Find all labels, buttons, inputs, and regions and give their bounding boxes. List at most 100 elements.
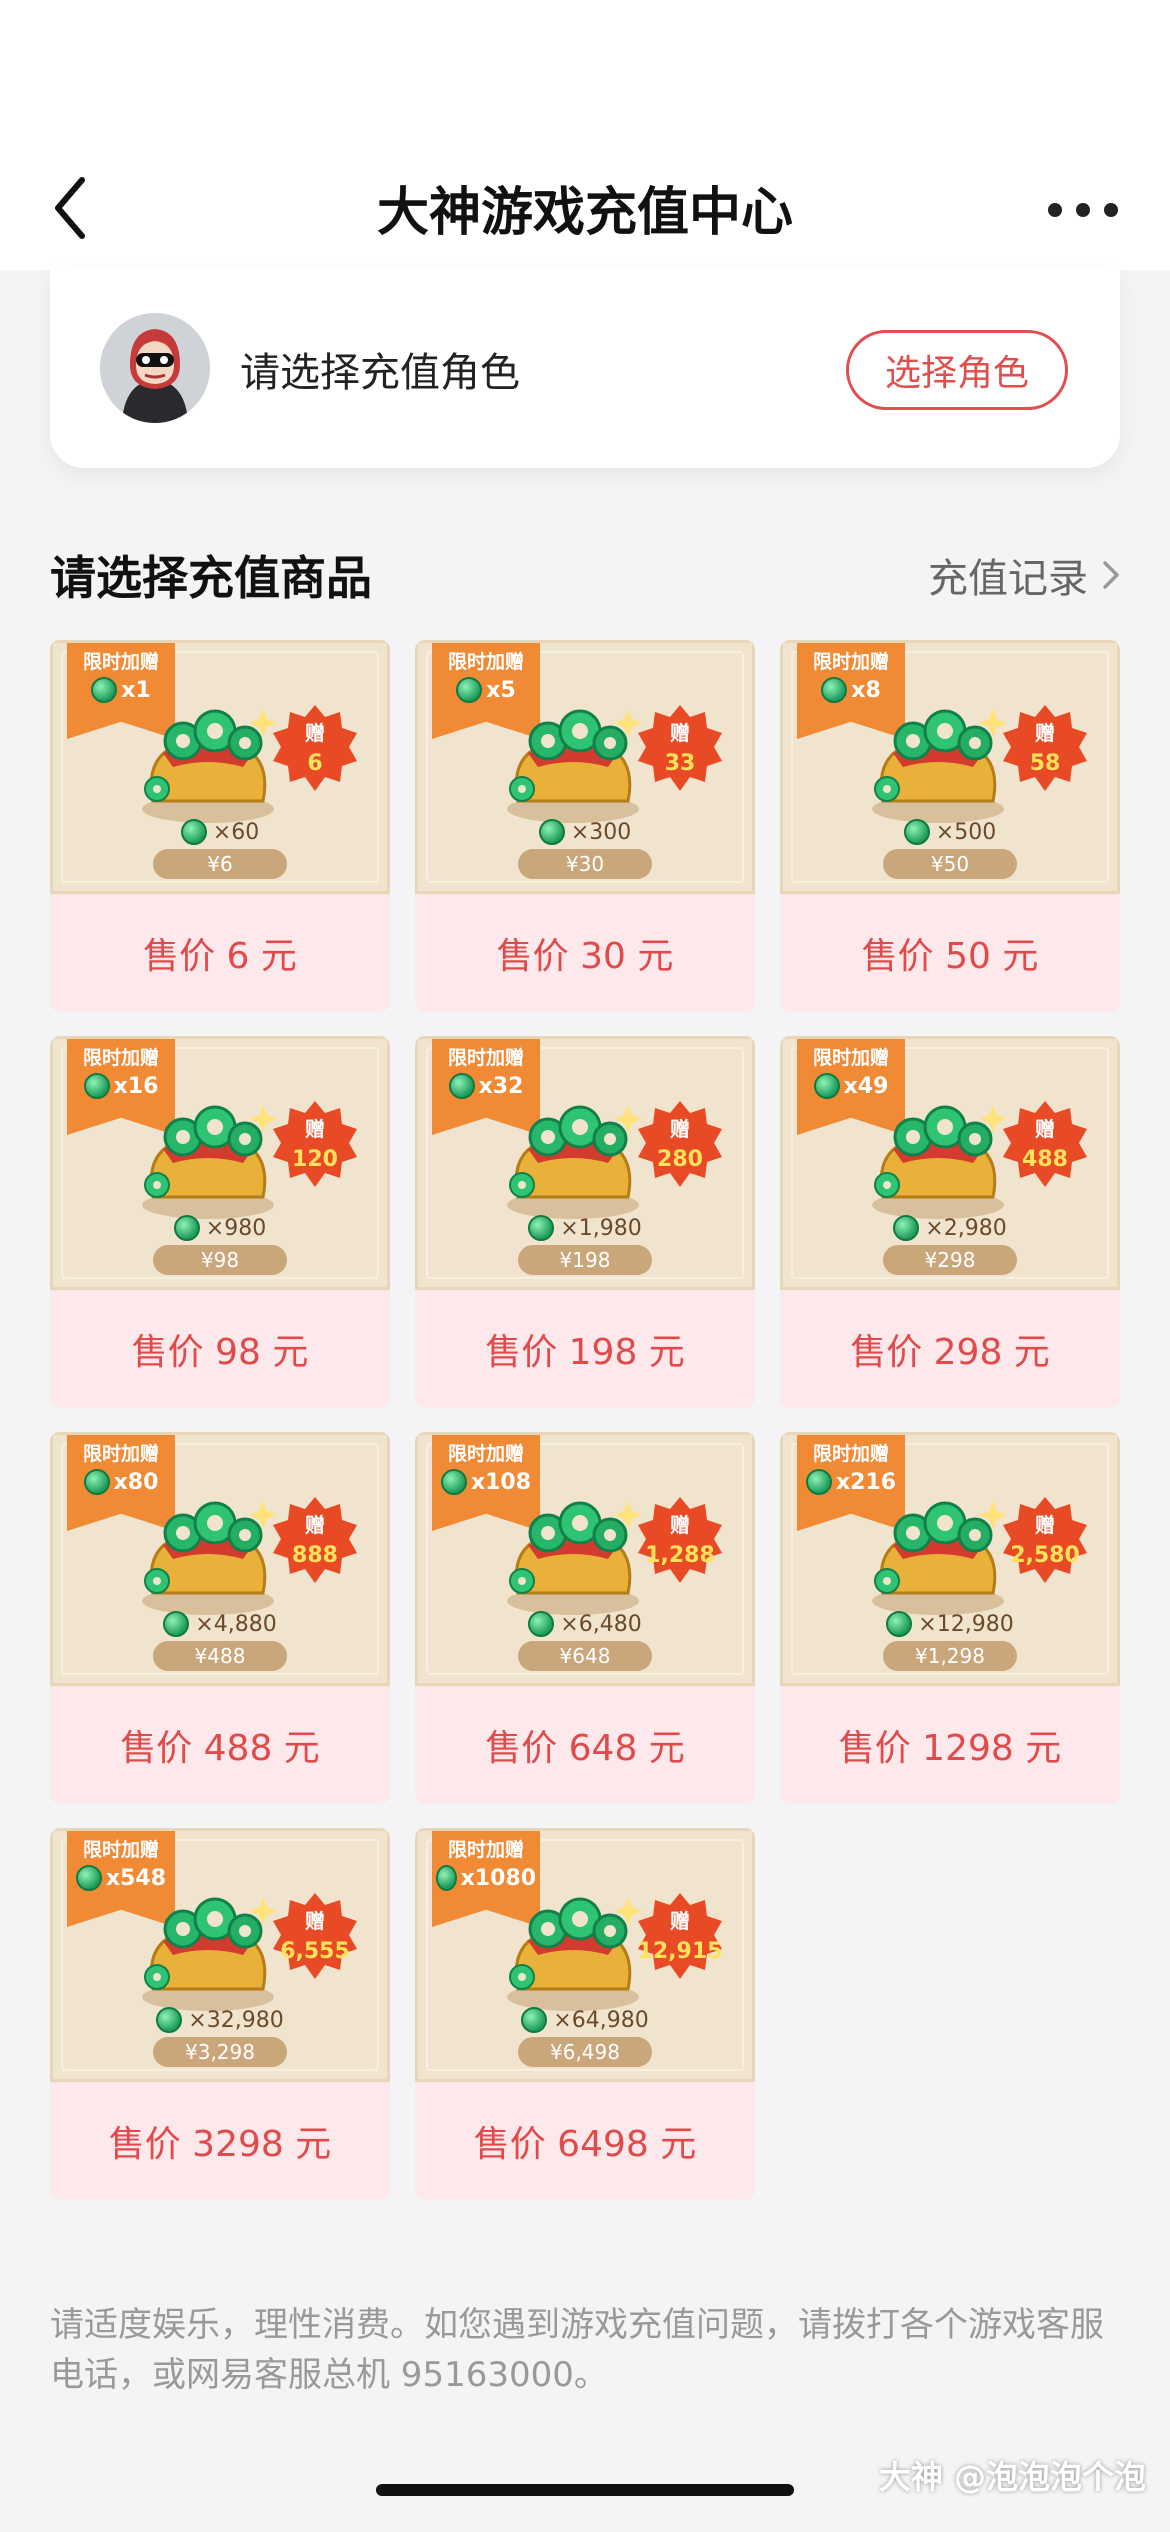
product-card[interactable]: 限时加赠 x1080 赠 12,915 ×64,980 ¥6,498 售价 64… [415, 1828, 755, 2200]
more-dot-icon [1104, 203, 1118, 217]
jade-icon [893, 1215, 920, 1241]
product-card[interactable]: 限时加赠 x32 赠 280 ×1,980 ¥198 售价 198 元 [415, 1036, 755, 1408]
price-pill: ¥6,498 [518, 2037, 652, 2067]
jade-icon [903, 819, 930, 845]
select-role-button[interactable]: 选择角色 [846, 330, 1068, 410]
jade-treasure-icon [872, 1501, 1007, 1615]
bonus-amount: 120 [292, 1147, 338, 1172]
sale-price: 售价 198 元 [485, 1332, 685, 1373]
avatar-character-icon [100, 313, 210, 423]
product-grid: 限时加赠 x1 赠 6 ×60 ¥6 售价 6 元 限时加赠 x5 赠 33 ×… [50, 640, 1120, 2200]
role-selector-card: 请选择充值角色 选择角色 [50, 268, 1120, 468]
jade-treasure-icon [507, 1501, 642, 1615]
more-menu-button[interactable] [1048, 190, 1118, 230]
tag-label: 限时加赠 [82, 1047, 159, 1069]
tag-label: 限时加赠 [812, 1443, 889, 1465]
product-image: 限时加赠 x1080 赠 12,915 ×64,980 ¥6,498 [415, 1828, 755, 2082]
jade-icon [805, 1469, 832, 1495]
sale-price: 售价 1298 元 [838, 1728, 1062, 1769]
jade-treasure-icon [507, 709, 642, 823]
sale-price: 售价 6 元 [143, 936, 297, 977]
role-prompt: 请选择充值角色 [240, 350, 520, 396]
currency-amount: ×980 [53, 1215, 387, 1241]
bonus-amount: 2,580 [1010, 1543, 1080, 1568]
jade-icon [528, 1611, 555, 1637]
price-pill: ¥3,298 [153, 2037, 287, 2067]
product-image: 限时加赠 x1 赠 6 ×60 ¥6 [50, 640, 390, 894]
jade-treasure-icon [507, 1897, 642, 2011]
bonus-label: 赠 [1035, 721, 1055, 745]
bonus-badge: 赠 280 [634, 1099, 726, 1191]
currency-amount-value: ×2,980 [925, 1215, 1007, 1241]
price-pill: ¥198 [518, 1245, 652, 1275]
currency-amount: ×6,480 [418, 1611, 752, 1637]
sale-price: 售价 3298 元 [108, 2124, 332, 2165]
jade-treasure-icon [507, 1105, 642, 1219]
sale-price: 售价 488 元 [120, 1728, 320, 1769]
jade-treasure-icon [142, 1897, 277, 2011]
tag-label: 限时加赠 [447, 1443, 524, 1465]
tag-label: 限时加赠 [447, 1047, 524, 1069]
currency-amount: ×64,980 [418, 2007, 752, 2033]
product-card[interactable]: 限时加赠 x49 赠 488 ×2,980 ¥298 售价 298 元 [780, 1036, 1120, 1408]
jade-treasure-icon [872, 709, 1007, 823]
bonus-label: 赠 [305, 721, 325, 745]
sale-price: 售价 298 元 [850, 1332, 1050, 1373]
jade-icon [163, 1611, 190, 1637]
product-card[interactable]: 限时加赠 x5 赠 33 ×300 ¥30 售价 30 元 [415, 640, 755, 1012]
currency-amount: ×12,980 [783, 1611, 1117, 1637]
jade-treasure-icon [142, 709, 277, 823]
jade-treasure-icon [142, 1105, 277, 1219]
product-card[interactable]: 限时加赠 x548 赠 6,555 ×32,980 ¥3,298 售价 3298… [50, 1828, 390, 2200]
product-image: 限时加赠 x32 赠 280 ×1,980 ¥198 [415, 1036, 755, 1290]
bonus-label: 赠 [305, 1513, 325, 1537]
currency-amount: ×32,980 [53, 2007, 387, 2033]
product-card[interactable]: 限时加赠 x216 赠 2,580 ×12,980 ¥1,298 售价 1298… [780, 1432, 1120, 1804]
product-card[interactable]: 限时加赠 x16 赠 120 ×980 ¥98 售价 98 元 [50, 1036, 390, 1408]
product-card[interactable]: 限时加赠 x1 赠 6 ×60 ¥6 售价 6 元 [50, 640, 390, 1012]
records-label: 充值记录 [928, 556, 1088, 602]
sale-price: 售价 50 元 [861, 936, 1039, 977]
price-pill: ¥30 [518, 849, 652, 879]
jade-treasure-icon [142, 1501, 277, 1615]
sale-price: 售价 6498 元 [473, 2124, 697, 2165]
currency-amount-value: ×4,880 [195, 1611, 277, 1637]
product-card[interactable]: 限时加赠 x8 赠 58 ×500 ¥50 售价 50 元 [780, 640, 1120, 1012]
product-image: 限时加赠 x8 赠 58 ×500 ¥50 [780, 640, 1120, 894]
bonus-badge: 赠 888 [269, 1495, 361, 1587]
product-card[interactable]: 限时加赠 x108 赠 1,288 ×6,480 ¥648 售价 648 元 [415, 1432, 755, 1804]
bonus-badge: 赠 6,555 [269, 1891, 361, 1983]
bonus-label: 赠 [1035, 1117, 1055, 1141]
bonus-label: 赠 [305, 1909, 325, 1933]
recharge-records-link[interactable]: 充值记录 [928, 546, 1120, 604]
recharge-page: 大神游戏充值中心 请选择充值角色 选择角色 请选择充值商品 充值记录 限时加赠 … [0, 0, 1170, 2532]
bonus-badge: 赠 6 [269, 703, 361, 795]
jade-icon [528, 1215, 555, 1241]
jade-icon [91, 677, 118, 703]
tag-label: 限时加赠 [82, 1443, 159, 1465]
sale-price: 售价 30 元 [496, 936, 674, 977]
jade-icon [813, 1073, 840, 1099]
currency-amount-value: ×6,480 [560, 1611, 642, 1637]
product-image: 限时加赠 x548 赠 6,555 ×32,980 ¥3,298 [50, 1828, 390, 2082]
jade-icon [821, 677, 848, 703]
product-card[interactable]: 限时加赠 x80 赠 888 ×4,880 ¥488 售价 488 元 [50, 1432, 390, 1804]
jade-icon [886, 1611, 913, 1637]
currency-amount-value: ×60 [212, 819, 260, 845]
product-image: 限时加赠 x108 赠 1,288 ×6,480 ¥648 [415, 1432, 755, 1686]
currency-amount-value: ×300 [570, 819, 632, 845]
bonus-badge: 赠 12,915 [634, 1891, 726, 1983]
currency-amount-value: ×500 [935, 819, 997, 845]
currency-amount: ×500 [783, 819, 1117, 845]
price-pill: ¥6 [153, 849, 287, 879]
bonus-amount: 6 [307, 751, 323, 776]
tag-label: 限时加赠 [82, 1839, 159, 1861]
currency-amount: ×4,880 [53, 1611, 387, 1637]
currency-amount-value: ×32,980 [188, 2007, 284, 2033]
tag-label: 限时加赠 [82, 651, 159, 673]
jade-icon [440, 1469, 467, 1495]
price-pill: ¥50 [883, 849, 1017, 879]
currency-amount: ×300 [418, 819, 752, 845]
price-pill: ¥648 [518, 1641, 652, 1671]
currency-amount: ×1,980 [418, 1215, 752, 1241]
